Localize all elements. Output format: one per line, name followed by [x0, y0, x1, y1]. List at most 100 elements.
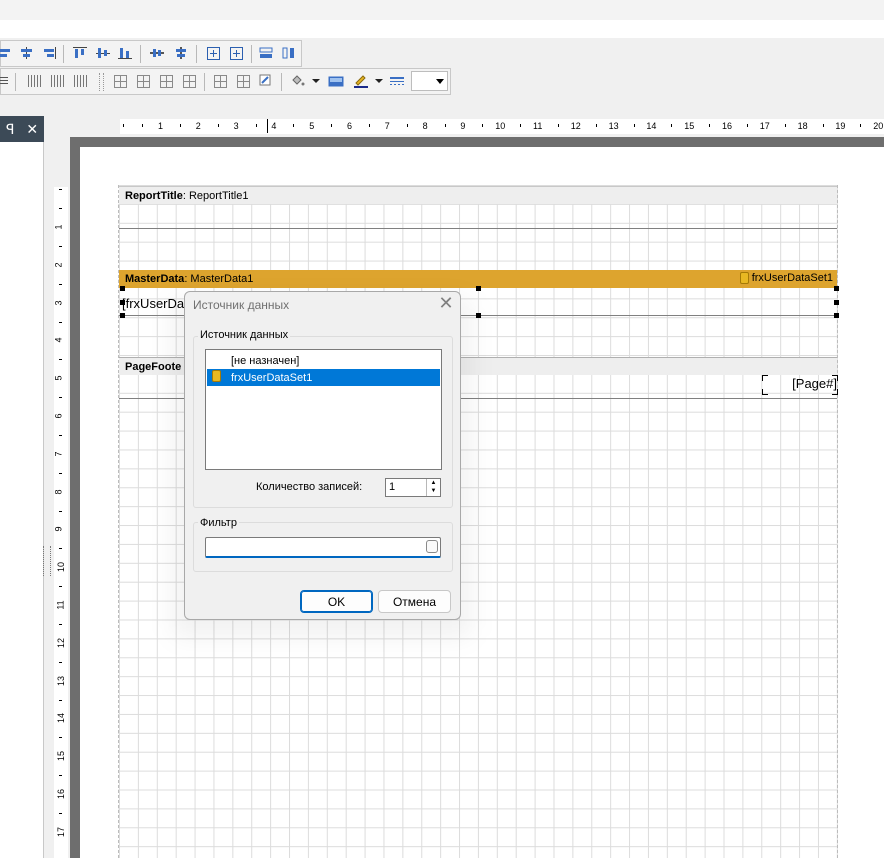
- center-in-band-vertical-icon[interactable]: [228, 45, 244, 61]
- dataset-list[interactable]: [не назначен] frxUserDataSet1: [205, 349, 442, 470]
- align-bottom-icon[interactable]: [117, 45, 133, 61]
- ruler-tick: [59, 510, 62, 512]
- splitter-grip[interactable]: [43, 546, 51, 576]
- frame-all-icon[interactable]: [112, 73, 128, 89]
- chevron-down-icon[interactable]: [436, 79, 444, 84]
- ruler-number: 10: [495, 121, 506, 131]
- list-item-unassigned[interactable]: [не назначен]: [207, 352, 440, 369]
- fill-style-icon[interactable]: [328, 73, 344, 89]
- list-item-dataset[interactable]: frxUserDataSet1: [207, 369, 440, 386]
- object-corner: [762, 389, 768, 395]
- ruler-tick: [557, 124, 559, 127]
- ok-button[interactable]: OK: [300, 590, 373, 613]
- align-center-icon[interactable]: [19, 45, 35, 61]
- frame-top-icon[interactable]: [135, 73, 151, 89]
- ruler-tick: [59, 699, 62, 701]
- list-item-label: frxUserDataSet1: [231, 371, 313, 384]
- selection-handle[interactable]: [834, 286, 839, 291]
- filter-input[interactable]: [205, 537, 441, 558]
- line-width-combo[interactable]: [411, 71, 448, 91]
- center-in-band-horizontal-icon[interactable]: [205, 45, 221, 61]
- ruler-number: 3: [233, 121, 239, 131]
- toolbar-separator: [63, 45, 64, 63]
- line-style-icon[interactable]: [389, 73, 405, 89]
- object-corner: [832, 375, 838, 381]
- align-left-icon[interactable]: [0, 45, 13, 61]
- selection-handle[interactable]: [120, 300, 125, 305]
- records-label: Количество записей:: [256, 481, 363, 493]
- ruler-tick: [59, 623, 62, 625]
- fill-color-icon[interactable]: [290, 73, 306, 89]
- band-dataset-name: frxUserDataSet1: [751, 272, 833, 284]
- records-stepper[interactable]: 1 ▲ ▼: [385, 478, 441, 497]
- chevron-down-icon[interactable]: ▼: [427, 487, 440, 495]
- selection-handle[interactable]: [476, 313, 481, 318]
- ruler-tick: [59, 775, 62, 777]
- selection-handle[interactable]: [120, 313, 125, 318]
- center-vertically-icon[interactable]: [173, 45, 189, 61]
- frame-shadow-icon[interactable]: [258, 73, 274, 89]
- ruler-tick: [520, 124, 522, 127]
- close-icon[interactable]: ✕: [26, 121, 38, 138]
- chevron-down-icon[interactable]: [371, 73, 387, 89]
- ruler-tick: [59, 359, 62, 361]
- left-pane-header: ꟼ ✕: [0, 116, 44, 142]
- vertical-ruler: 1 2 3 4 5 6 7 8 9 10 11 12 13 14 15 16 17: [54, 187, 68, 858]
- same-height-icon[interactable]: [281, 45, 297, 61]
- ruler-tick: [217, 124, 219, 127]
- toolbar-separator: [204, 73, 205, 91]
- report-title-band-header[interactable]: ReportTitle: ReportTitle1: [119, 186, 837, 204]
- justify-icon[interactable]: [0, 73, 11, 89]
- ruler-tick: [444, 124, 446, 127]
- ruler-number: 5: [309, 121, 315, 131]
- ruler-tick: [860, 124, 862, 127]
- pin-icon[interactable]: ꟼ: [6, 121, 14, 138]
- space-horizontal-inc-icon[interactable]: [73, 73, 89, 89]
- space-horizontal-icon[interactable]: [27, 73, 43, 89]
- ruler-tick: [633, 124, 635, 127]
- left-pane: [0, 116, 44, 858]
- ruler-number: 15: [56, 751, 67, 762]
- ruler-number: 16: [722, 121, 733, 131]
- splitter[interactable]: [44, 116, 54, 858]
- ruler-tick: [59, 661, 62, 663]
- ruler-number: 15: [684, 121, 695, 131]
- cancel-button[interactable]: Отмена: [378, 590, 451, 613]
- ruler-number: 6: [347, 121, 353, 131]
- frame-left-icon[interactable]: [181, 73, 197, 89]
- page-number-object[interactable]: [Page#]: [763, 376, 837, 394]
- ruler-tick: [293, 124, 295, 127]
- selection-handle[interactable]: [476, 286, 481, 291]
- selection-handle[interactable]: [120, 286, 125, 291]
- ruler-number: 11: [533, 121, 543, 131]
- toolbar-separator: [140, 45, 141, 63]
- ruler-tick: [784, 124, 786, 127]
- close-icon[interactable]: ✕: [437, 294, 455, 312]
- center-horizontally-icon[interactable]: [149, 45, 165, 61]
- ruler-tick: [482, 124, 484, 127]
- band-name: : ReportTitle1: [182, 189, 249, 202]
- chevron-down-icon[interactable]: [308, 73, 324, 89]
- dialog-title: Источник данных: [193, 298, 290, 312]
- frame-bottom-icon[interactable]: [158, 73, 174, 89]
- stepper-buttons[interactable]: ▲ ▼: [426, 479, 440, 496]
- frame-right-icon[interactable]: [235, 73, 251, 89]
- align-middle-icon[interactable]: [95, 45, 111, 61]
- toolbar-separator: [15, 73, 16, 91]
- report-title-band[interactable]: [119, 204, 837, 229]
- align-top-icon[interactable]: [72, 45, 88, 61]
- toolbar-grip[interactable]: [99, 73, 104, 91]
- ruler-tick: [142, 124, 144, 127]
- ruler-tick: [822, 124, 824, 127]
- expression-button[interactable]: [426, 540, 438, 553]
- align-right-icon[interactable]: [41, 45, 57, 61]
- selection-handle[interactable]: [834, 313, 839, 318]
- selection-handle[interactable]: [834, 300, 839, 305]
- ruler-number: 12: [56, 637, 67, 648]
- space-horizontal-dec-icon[interactable]: [50, 73, 66, 89]
- same-width-icon[interactable]: [258, 45, 274, 61]
- line-color-icon[interactable]: [353, 73, 369, 89]
- frame-none-icon[interactable]: [212, 73, 228, 89]
- ruler-tick: [59, 208, 62, 210]
- ruler-position-marker: [267, 119, 268, 133]
